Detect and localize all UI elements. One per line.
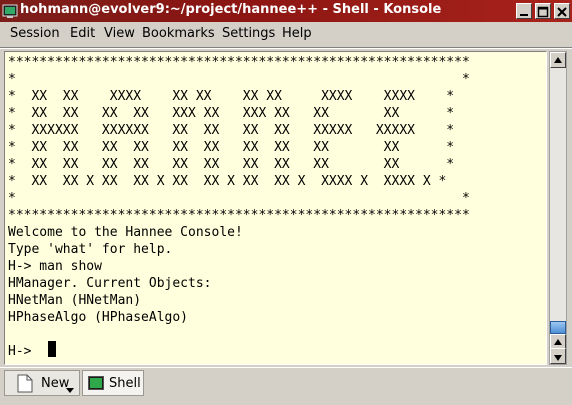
- scroll-down-button[interactable]: [550, 348, 566, 364]
- tab-shell[interactable]: Shell: [82, 370, 144, 396]
- session-tab-bar: New Shell: [0, 367, 572, 405]
- menu-session[interactable]: Session: [10, 26, 60, 41]
- maximize-button[interactable]: [535, 3, 551, 19]
- terminal-line: * *: [8, 191, 470, 206]
- konsole-window: hohmann@evolver9:~/project/hannee++ - Sh…: [0, 0, 572, 405]
- terminal-line: HManager. Current Objects:: [8, 276, 212, 291]
- window-title: hohmann@evolver9:~/project/hannee++ - Sh…: [20, 2, 442, 17]
- dropdown-arrow-icon[interactable]: [66, 388, 74, 394]
- terminal-line: * XX XX XXXX XX XX XX XX XXXX XXXX *: [8, 89, 455, 104]
- menu-help[interactable]: Help: [282, 26, 312, 41]
- scroll-up-button[interactable]: [550, 52, 566, 68]
- scroll-thumb[interactable]: [550, 321, 566, 334]
- terminal-line: H-> man show: [8, 259, 102, 274]
- arrow-down-icon: [554, 355, 562, 361]
- terminal-line: * XX XX XX XX XXX XX XXX XX XX XX *: [8, 106, 455, 121]
- konsole-app-icon[interactable]: [2, 3, 18, 19]
- new-session-button[interactable]: New: [4, 370, 80, 396]
- minimize-icon: [520, 14, 528, 16]
- menu-settings[interactable]: Settings: [222, 26, 275, 41]
- arrow-up-icon: [554, 57, 562, 63]
- terminal-line: * XX XX X XX XX X XX XX X XX XX X XXXX X…: [8, 174, 447, 189]
- menu-bookmarks[interactable]: Bookmarks: [142, 26, 215, 41]
- text-cursor: [48, 341, 56, 357]
- terminal-line: * XX XX XX XX XX XX XX XX XX XX *: [8, 157, 455, 172]
- terminal-line: * XXXXXX XXXXXX XX XX XX XX XXXXX XXXXX …: [8, 123, 455, 138]
- menu-bar: Session Edit View Bookmarks Settings Hel…: [0, 22, 572, 46]
- terminal-line: ****************************************…: [8, 208, 470, 223]
- terminal-line: Welcome to the Hannee Console!: [8, 225, 243, 240]
- terminal-line: HNetMan (HNetMan): [8, 293, 142, 308]
- terminal-line: Type 'what' for help.: [8, 242, 173, 257]
- terminal-prompt: H->: [8, 344, 40, 359]
- terminal-line: * XX XX XX XX XX XX XX XX XX XX *: [8, 140, 455, 155]
- terminal-line: HPhaseAlgo (HPhaseAlgo): [8, 310, 189, 325]
- maximize-icon: [537, 6, 549, 18]
- minimize-button[interactable]: [516, 3, 532, 19]
- tab-shell-label: Shell: [109, 376, 141, 391]
- menu-view[interactable]: View: [104, 26, 135, 41]
- close-button[interactable]: [554, 3, 570, 19]
- terminal-line: * *: [8, 72, 470, 87]
- menu-separator: [0, 47, 572, 49]
- terminal-output[interactable]: ****************************************…: [4, 51, 547, 365]
- close-icon: [557, 7, 567, 17]
- menu-edit[interactable]: Edit: [70, 26, 95, 41]
- vertical-scrollbar[interactable]: [549, 51, 567, 365]
- terminal-icon: [88, 376, 104, 390]
- new-document-icon: [17, 374, 33, 393]
- terminal-line: ****************************************…: [8, 55, 470, 70]
- title-bar[interactable]: hohmann@evolver9:~/project/hannee++ - Sh…: [0, 0, 572, 22]
